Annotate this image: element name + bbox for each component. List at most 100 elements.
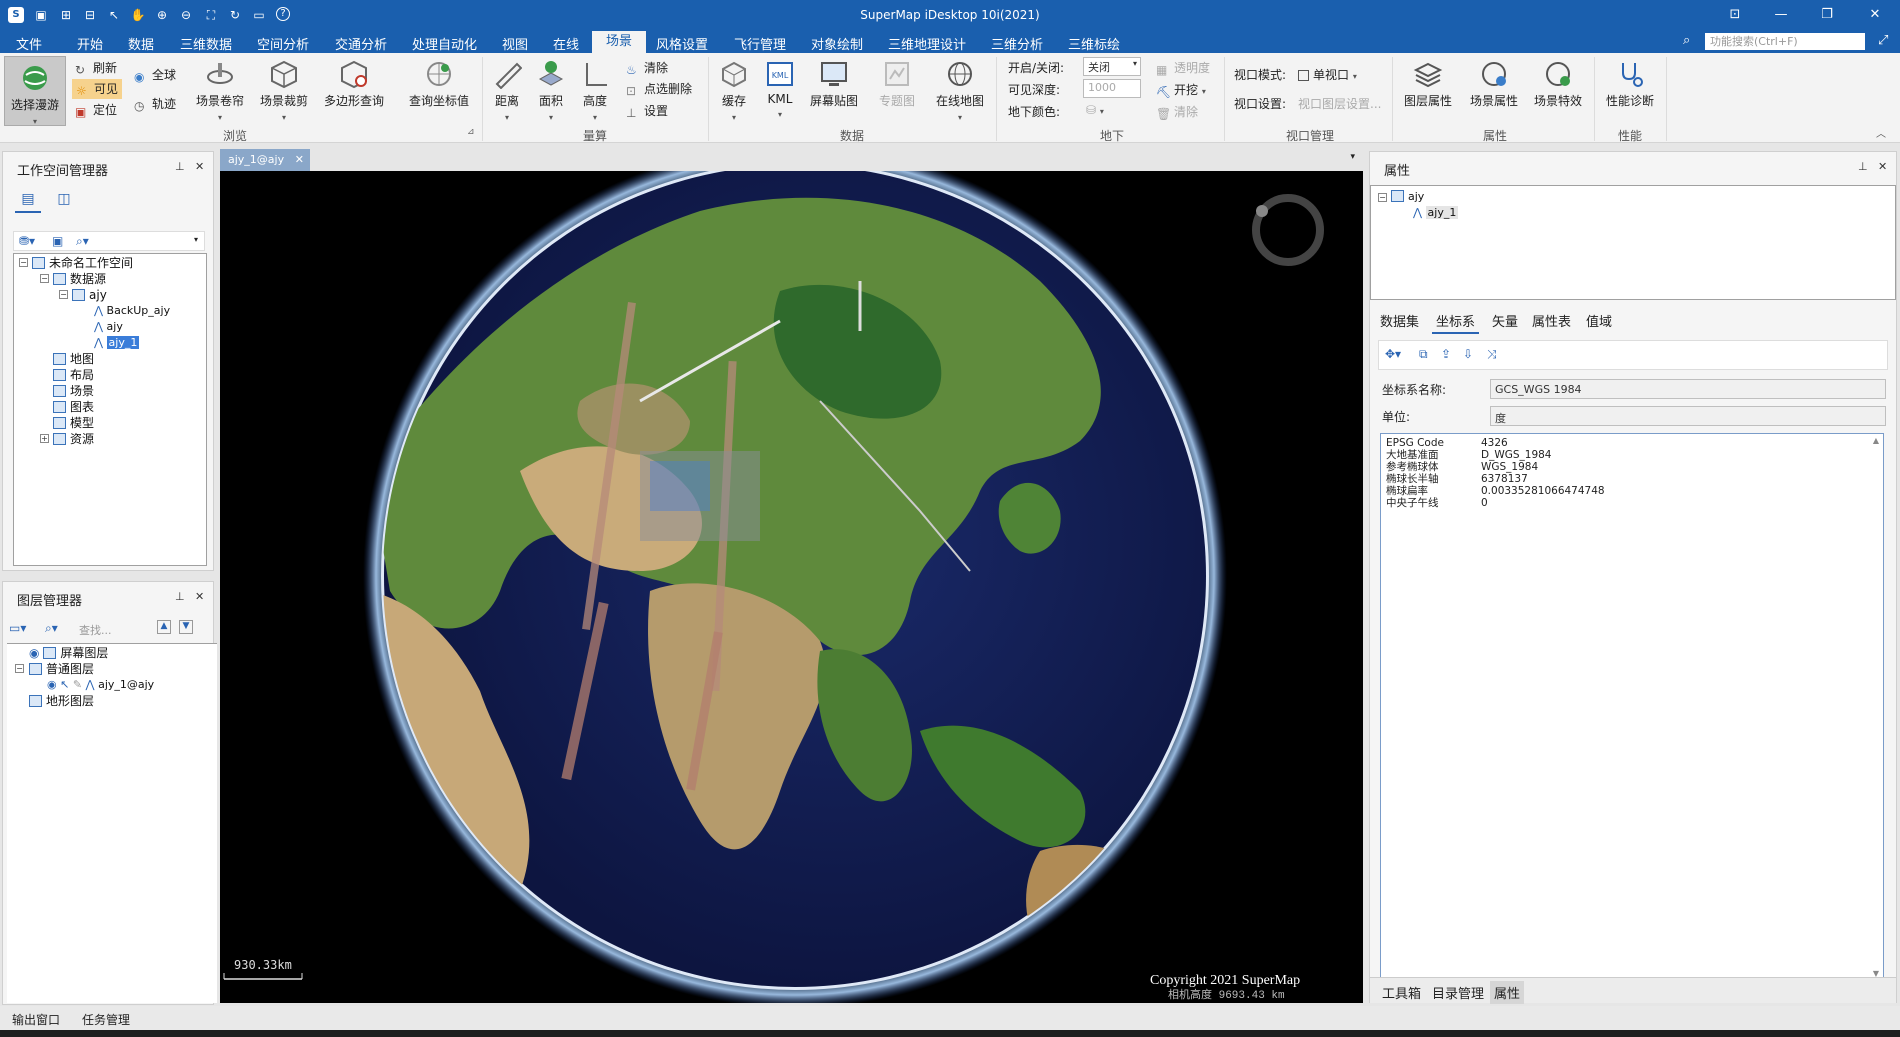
tab-coordinate-system[interactable]: 坐标系: [1432, 309, 1480, 334]
tree-node-ajy-dataset[interactable]: ⋀ ajy: [94, 319, 123, 335]
cache-button[interactable]: 缓存 ▾: [716, 59, 752, 123]
globe-button[interactable]: ◉ 全球: [134, 66, 176, 84]
tab-properties[interactable]: 属性: [1490, 981, 1525, 1004]
tree-node-ajy-datasource[interactable]: ajy: [72, 287, 107, 303]
tab-dataset[interactable]: 数据集: [1376, 309, 1423, 332]
tab-value-domain[interactable]: 值域: [1582, 309, 1616, 332]
eye-icon[interactable]: ◉: [29, 646, 39, 660]
transform-cs-icon[interactable]: ⤨: [1487, 347, 1497, 362]
output-window-tab[interactable]: 输出窗口: [12, 1011, 60, 1028]
copy-cs-icon[interactable]: ⧉: [1419, 347, 1428, 362]
tab-list-icon[interactable]: ▾: [1350, 152, 1355, 162]
expand-icon[interactable]: ⤢: [1878, 33, 1888, 48]
collapse-icon[interactable]: −: [19, 258, 28, 267]
track-button[interactable]: ◷ 轨迹: [134, 95, 176, 113]
add-layer-icon[interactable]: ▭▾: [9, 621, 26, 635]
cs-name-field[interactable]: GCS_WGS 1984: [1490, 379, 1886, 399]
tab-catalog[interactable]: 目录管理: [1428, 981, 1488, 1004]
kml-button[interactable]: KML KML ▾: [762, 59, 798, 120]
collapse-icon[interactable]: −: [1378, 193, 1387, 202]
visible-button[interactable]: ☼ 可见: [72, 79, 123, 99]
export-cs-icon[interactable]: ⇩: [1463, 347, 1473, 361]
refresh-button[interactable]: ↻ 刷新: [75, 59, 117, 77]
viewport-mode-select[interactable]: 单视口 ▾: [1298, 66, 1357, 83]
compass[interactable]: [1252, 194, 1324, 266]
cs-details-textarea[interactable]: EPSG Code 4326 大地基准面 D_WGS_1984 参考椭球体 WGS_1…: [1380, 433, 1884, 981]
tree-node-workspace[interactable]: 未命名工作空间: [32, 255, 133, 271]
scene-effects-button[interactable]: 场景特效: [1530, 59, 1586, 109]
scene-properties-button[interactable]: 场景属性: [1466, 59, 1522, 109]
search-icon[interactable]: ⌕▾: [76, 234, 89, 249]
height-button[interactable]: 高度 ▾: [578, 59, 612, 123]
menu-3d-plot[interactable]: 三维标绘: [1068, 34, 1120, 53]
collapse-icon[interactable]: −: [40, 274, 49, 283]
tab-toolbox[interactable]: 工具箱: [1378, 981, 1425, 1004]
layer-node-terrain[interactable]: 地形图层: [29, 693, 94, 709]
underground-onoff-select[interactable]: 关闭 ▾: [1083, 57, 1141, 76]
tree-node-maps[interactable]: 地图: [53, 351, 94, 367]
underground-color-picker[interactable]: ⛁ ▾: [1086, 103, 1104, 117]
tree-node-charts[interactable]: 图表: [53, 399, 94, 415]
distance-button[interactable]: 距离 ▾: [490, 59, 524, 123]
close-tab-icon[interactable]: ✕: [295, 153, 304, 167]
menu-view[interactable]: 视图: [502, 34, 528, 53]
tree-node-ajy1[interactable]: ⋀ ajy_1: [1413, 205, 1459, 221]
menu-online[interactable]: 在线: [553, 34, 579, 53]
layer-properties-button[interactable]: 图层属性: [1400, 59, 1456, 109]
scene-roller-button[interactable]: 场景卷帘 ▾: [192, 59, 248, 123]
menu-automation[interactable]: 处理自动化: [412, 34, 477, 53]
eye-icon[interactable]: ◉: [47, 678, 57, 691]
collapse-ribbon-icon[interactable]: ︿: [1876, 125, 1886, 140]
clear-measure-button[interactable]: ♨ 清除: [626, 59, 668, 77]
pin-icon[interactable]: ⊥: [175, 590, 185, 603]
locate-button[interactable]: ▣ 定位: [75, 101, 117, 119]
scroll-up-icon[interactable]: ▲: [1873, 436, 1879, 445]
search-icon[interactable]: ⌕▾: [45, 621, 58, 636]
move-down-icon[interactable]: ▼: [179, 620, 193, 634]
scene-viewport[interactable]: 930.33km Copyright 2021 SuperMap 相机高度 96…: [220, 171, 1363, 1003]
tree-node-ajy1-dataset[interactable]: ⋀ ajy_1: [94, 335, 140, 351]
menu-object-draw[interactable]: 对象绘制: [811, 34, 863, 53]
toolbar-overflow-icon[interactable]: ▾: [194, 235, 198, 244]
select-roam-button[interactable]: 选择漫游 ▾: [4, 56, 66, 126]
menu-data[interactable]: 数据: [128, 34, 154, 53]
unit-field[interactable]: 度: [1490, 406, 1886, 426]
tree-node-models[interactable]: 模型: [53, 415, 94, 431]
tree-node-datasources[interactable]: 数据源: [53, 271, 106, 287]
open-datasource-icon[interactable]: ⛃▾: [19, 234, 35, 248]
tree-node-layouts[interactable]: 布局: [53, 367, 94, 383]
minimize-button[interactable]: —: [1766, 4, 1796, 26]
set-projection-icon[interactable]: ✥▾: [1385, 347, 1401, 361]
task-manager-tab[interactable]: 任务管理: [82, 1011, 130, 1028]
menu-3d-analysis[interactable]: 三维分析: [991, 34, 1043, 53]
screen-overlay-button[interactable]: 屏幕贴图: [806, 59, 862, 109]
online-map-button[interactable]: 在线地图 ▾: [932, 59, 988, 123]
tree-node-scenes[interactable]: 场景: [53, 383, 94, 399]
close-button[interactable]: ✕: [1860, 4, 1890, 26]
measure-settings-button[interactable]: ⊥ 设置: [626, 102, 668, 120]
visible-depth-input[interactable]: 1000: [1083, 79, 1141, 98]
excavate-button[interactable]: ⛏ 开挖 ▾: [1156, 81, 1206, 99]
tree-node-backup-ajy[interactable]: ⋀ BackUp_ajy: [94, 303, 170, 319]
scene-clip-button[interactable]: 场景裁剪 ▾: [256, 59, 312, 123]
restore-button[interactable]: ❐: [1812, 4, 1842, 26]
tab-vector[interactable]: 矢量: [1488, 309, 1522, 332]
area-button[interactable]: 面积 ▾: [534, 59, 568, 123]
editable-icon[interactable]: ✎: [73, 678, 82, 691]
pin-icon[interactable]: ⊥: [1858, 160, 1868, 173]
point-delete-button[interactable]: ⊡ 点选删除: [626, 80, 692, 98]
close-icon[interactable]: ✕: [195, 160, 204, 173]
menu-3d-data[interactable]: 三维数据: [180, 34, 232, 53]
layer-node-normal[interactable]: 普通图层: [29, 661, 94, 677]
close-icon[interactable]: ✕: [195, 590, 204, 603]
menu-traffic-analysis[interactable]: 交通分析: [335, 34, 387, 53]
menu-spatial-analysis[interactable]: 空间分析: [257, 34, 309, 53]
menu-flight[interactable]: 飞行管理: [734, 34, 786, 53]
menu-start[interactable]: 开始: [77, 34, 103, 53]
layer-search-input[interactable]: 查找...: [79, 622, 112, 638]
import-cs-icon[interactable]: ⇪: [1441, 347, 1451, 361]
collapse-icon[interactable]: −: [59, 290, 68, 299]
browse-group-launcher-icon[interactable]: ⊿: [467, 127, 475, 137]
save-workspace-icon[interactable]: ▣: [52, 234, 63, 248]
tree-node-resources[interactable]: 资源: [53, 431, 94, 447]
